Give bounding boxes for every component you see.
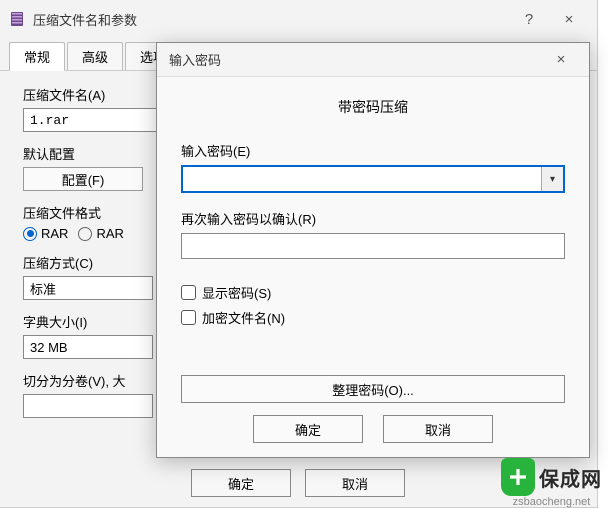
encrypt-names-label: 加密文件名(N) (202, 308, 285, 327)
tab-general[interactable]: 常规 (9, 42, 65, 71)
password-dialog: 输入密码 × 带密码压缩 输入密码(E) ▾ 再次输入密码以确认(R) 显示密码… (156, 42, 590, 458)
checkbox-icon (181, 310, 196, 325)
password-confirm-input[interactable] (181, 233, 565, 259)
modal-ok-button[interactable]: 确定 (253, 415, 363, 443)
radio-unchecked-icon (78, 227, 92, 241)
show-password-label: 显示密码(S) (202, 283, 271, 302)
format-rar4-radio[interactable]: RAR (78, 226, 123, 241)
modal-titlebar: 输入密码 × (157, 43, 589, 77)
archive-name-input[interactable] (23, 108, 173, 132)
format-rar4-label: RAR (96, 226, 123, 241)
format-rar-radio[interactable]: RAR (23, 226, 68, 241)
parent-cancel-button[interactable]: 取消 (305, 469, 405, 497)
tab-advanced[interactable]: 高级 (67, 42, 123, 70)
profile-button[interactable]: 配置(F) (23, 167, 143, 191)
shield-icon (501, 458, 535, 496)
watermark-domain: zsbaocheng.net (513, 496, 591, 508)
titlebar: 压缩文件名和参数 ? × (0, 0, 597, 39)
modal-cancel-button[interactable]: 取消 (383, 415, 493, 443)
format-rar-label: RAR (41, 226, 68, 241)
modal-title: 输入密码 (169, 50, 541, 69)
split-input[interactable] (23, 394, 153, 418)
dict-select[interactable]: 32 MB (23, 335, 153, 359)
window-title: 压缩文件名和参数 (33, 10, 509, 29)
modal-close-button[interactable]: × (541, 45, 581, 75)
encrypt-names-checkbox[interactable]: 加密文件名(N) (181, 308, 565, 327)
method-value: 标准 (30, 279, 56, 298)
watermark: 保成网 zsbaocheng.net (501, 458, 602, 508)
app-icon (9, 11, 25, 27)
password-input[interactable] (183, 167, 541, 191)
organize-passwords-button[interactable]: 整理密码(O)... (181, 375, 565, 403)
radio-checked-icon (23, 227, 37, 241)
password-confirm-label: 再次输入密码以确认(R) (181, 209, 565, 228)
modal-body: 带密码压缩 输入密码(E) ▾ 再次输入密码以确认(R) 显示密码(S) 加密文… (157, 77, 589, 413)
password-label: 输入密码(E) (181, 141, 565, 160)
watermark-brand: 保成网 (539, 463, 602, 492)
chevron-down-icon[interactable]: ▾ (541, 167, 563, 191)
password-combobox[interactable]: ▾ (181, 165, 565, 193)
close-button[interactable]: × (549, 4, 589, 34)
dict-value: 32 MB (30, 340, 68, 355)
method-select[interactable]: 标准 (23, 276, 153, 300)
help-button[interactable]: ? (509, 4, 549, 34)
parent-ok-button[interactable]: 确定 (191, 469, 291, 497)
show-password-checkbox[interactable]: 显示密码(S) (181, 283, 565, 302)
modal-footer: 确定 取消 (157, 415, 589, 443)
format-label: 压缩文件格式 (23, 206, 101, 221)
checkbox-icon (181, 285, 196, 300)
modal-header: 带密码压缩 (181, 97, 565, 117)
